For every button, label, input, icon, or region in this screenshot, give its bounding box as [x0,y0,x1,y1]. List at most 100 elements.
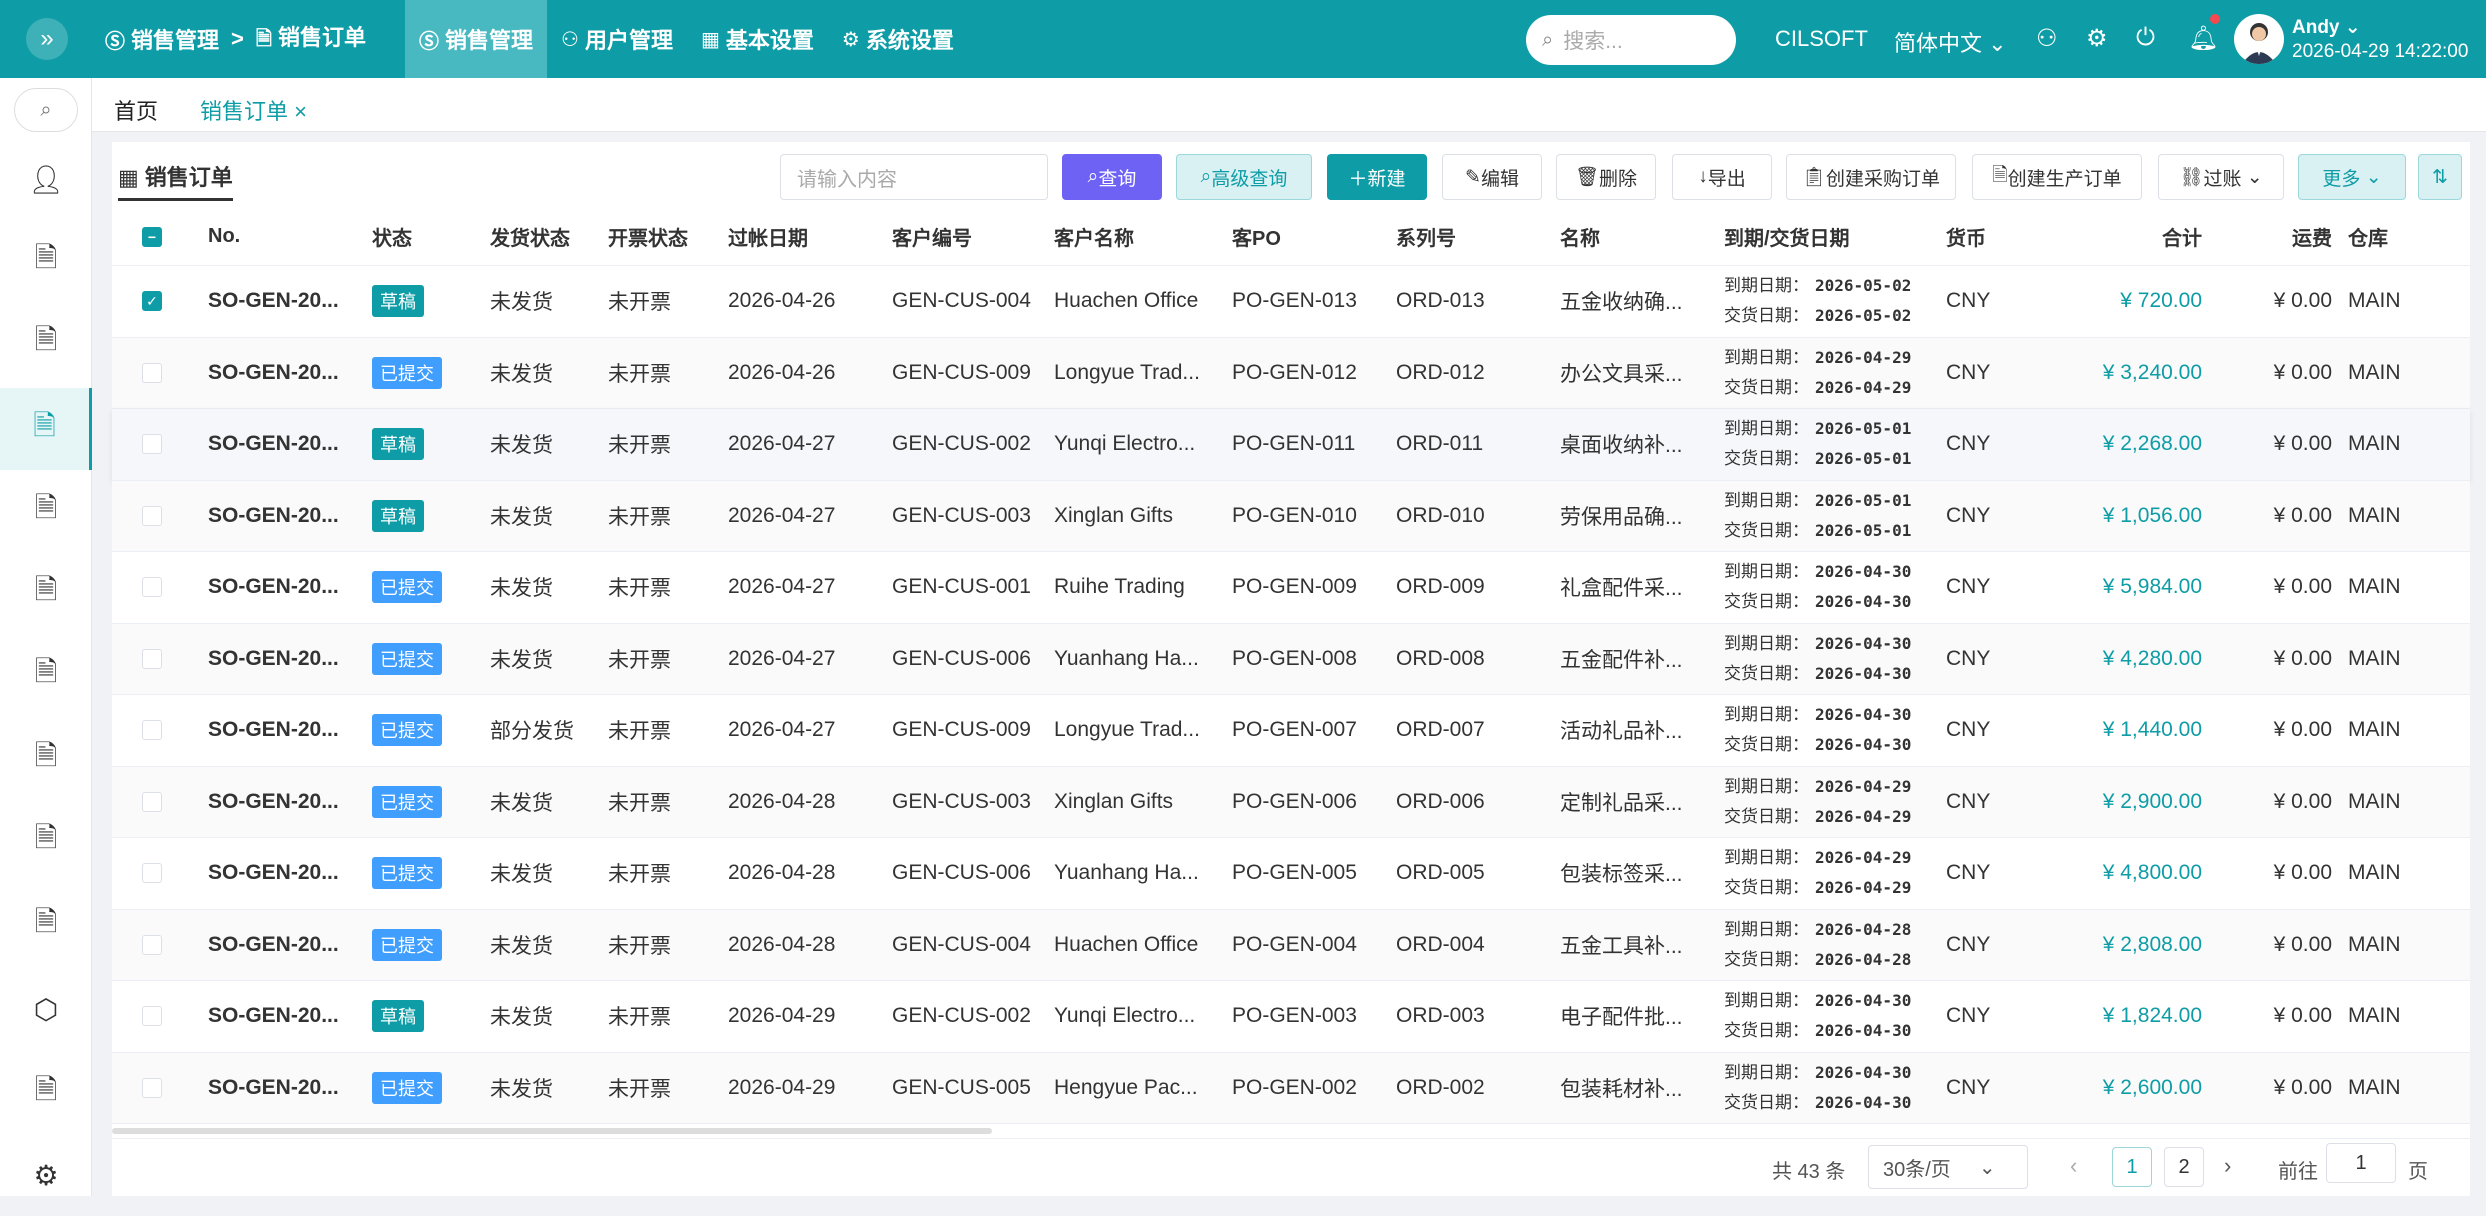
goto-page-input[interactable]: 1 [2326,1143,2396,1183]
col-invoice-status[interactable]: 开票状态 [608,208,688,265]
page-1-button[interactable]: 1 [2112,1147,2152,1187]
page-size-select[interactable]: 30条/页 ⌄ [1868,1145,2028,1189]
new-button[interactable]: ＋新建 [1327,154,1427,200]
advanced-query-button[interactable]: ⌕ 高级查询 [1176,154,1312,200]
order-no[interactable]: SO-GEN-20... [208,266,339,337]
page-2-button[interactable]: 2 [2164,1147,2204,1187]
breadcrumb-item-sales-order[interactable]: 🗎 销售订单 [256,20,366,58]
language-select[interactable]: 简体中文 ⌄ [1894,26,2007,58]
col-status[interactable]: 状态 [372,208,412,265]
bell-icon[interactable]: 🔔︎ [2188,24,2218,53]
nav-user-mgmt[interactable]: ⚇ 用户管理 [547,0,687,78]
more-dropdown-button[interactable]: 更多 ⌄ [2298,154,2406,200]
prev-page-icon[interactable]: ‹ [2070,1153,2077,1179]
row-checkbox[interactable] [142,981,162,1052]
table-row[interactable]: SO-GEN-20... 已提交 未发货 未开票 2026-04-27 GEN-CUS-0… [112,623,2470,695]
delete-button[interactable]: 🗑︎ 删除 [1556,154,1656,200]
close-icon[interactable]: × [294,99,307,124]
horizontal-scrollbar[interactable] [112,1128,992,1134]
table-row[interactable]: ✓ SO-GEN-20... 草稿 未发货 未开票 2026-04-26 GEN-CUS-0… [112,266,2470,338]
col-freight[interactable]: 运费 [2262,208,2332,265]
select-all-checkbox[interactable]: − [142,208,162,265]
table-row[interactable]: SO-GEN-20... 已提交 未发货 未开票 2026-04-27 GEN-CUS-0… [112,552,2470,624]
row-checkbox[interactable] [142,481,162,552]
breadcrumb-item-sales-mgmt[interactable]: Ⓢ 销售管理 [105,23,219,55]
export-button[interactable]: ↓ 导出 [1672,154,1772,200]
nav-system-settings[interactable]: ⚙ 系统设置 [828,0,968,78]
col-series[interactable]: 系列号 [1396,208,1456,265]
order-no[interactable]: SO-GEN-20... [208,1053,339,1124]
nav-sales-mgmt[interactable]: Ⓢ 销售管理 [405,0,548,78]
sidebar-item-settings[interactable]: ⚙ [0,1134,92,1216]
row-checkbox[interactable] [142,624,162,695]
sidebar-item-user[interactable]: 👤︎ [0,138,92,220]
avatar[interactable] [2234,14,2284,64]
create-purchase-order-button[interactable]: 📋︎ 创建采购订单 [1786,154,1956,200]
gear-icon[interactable]: ⚙ [2086,24,2108,53]
create-production-order-button[interactable]: 🗎 创建生产订单 [1972,154,2142,200]
user-icon[interactable]: ⚇ [2036,24,2058,53]
table-row[interactable]: SO-GEN-20... 已提交 未发货 未开票 2026-04-29 GEN-CUS-0… [112,1052,2470,1124]
sort-toggle-button[interactable]: ⇅ [2418,154,2462,200]
user-info[interactable]: Andy ⌄ 2026-04-29 14:22:00 [2292,16,2468,64]
sidebar-item-sales-order[interactable]: 🗎 [0,388,92,470]
col-name[interactable]: 名称 [1560,208,1600,265]
sidebar-item-doc-9[interactable]: 🗎 [0,884,92,966]
order-no[interactable]: SO-GEN-20... [208,552,339,623]
order-no[interactable]: SO-GEN-20... [208,981,339,1052]
row-checkbox[interactable] [142,338,162,409]
col-warehouse[interactable]: 仓库 [2348,208,2388,265]
sidebar-item-doc-8[interactable]: 🗎 [0,800,92,882]
order-no[interactable]: SO-GEN-20... [208,338,339,409]
global-search-input[interactable]: ⌕ 搜索... [1526,15,1736,65]
table-row[interactable]: SO-GEN-20... 已提交 未发货 未开票 2026-04-28 GEN-CUS-0… [112,838,2470,910]
query-button[interactable]: ⌕ 查询 [1062,154,1162,200]
tab-sales-order[interactable]: 销售订单 × [200,94,307,126]
keyword-input[interactable]: 请输入内容 [780,154,1048,200]
order-no[interactable]: SO-GEN-20... [208,409,339,480]
table-row[interactable]: SO-GEN-20... 已提交 部分发货 未开票 2026-04-27 GEN-CUS-… [112,695,2470,767]
nav-basic-settings[interactable]: ▦ 基本设置 [687,0,828,78]
power-icon[interactable]: ⏻ [2136,24,2155,52]
tab-home[interactable]: 首页 [114,94,158,126]
edit-button[interactable]: ✎ 编辑 [1442,154,1542,200]
order-no[interactable]: SO-GEN-20... [208,624,339,695]
col-customer-name[interactable]: 客户名称 [1054,208,1134,265]
sidebar-item-doc-7[interactable]: 🗎 [0,718,92,800]
col-ship-status[interactable]: 发货状态 [490,208,570,265]
col-due-delivery[interactable]: 到期/交货日期 [1724,208,1850,265]
row-checkbox[interactable] [142,910,162,981]
order-no[interactable]: SO-GEN-20... [208,838,339,909]
row-checkbox[interactable]: ✓ [142,266,162,337]
col-customer-po[interactable]: 客PO [1232,208,1281,265]
col-post-date[interactable]: 过帐日期 [728,208,808,265]
table-row[interactable]: SO-GEN-20... 已提交 未发货 未开票 2026-04-28 GEN-CUS-0… [112,909,2470,981]
sidebar-item-doc-4[interactable]: 🗎 [0,470,92,552]
row-checkbox[interactable] [142,838,162,909]
col-currency[interactable]: 货币 [1946,208,1986,265]
row-checkbox[interactable] [142,1053,162,1124]
order-no[interactable]: SO-GEN-20... [208,767,339,838]
order-no[interactable]: SO-GEN-20... [208,481,339,552]
sidebar-item-doc-6[interactable]: 🗎 [0,634,92,716]
sidebar-item-doc-10[interactable]: 🗎 [0,1052,92,1134]
table-row[interactable]: SO-GEN-20... 已提交 未发货 未开票 2026-04-26 GEN-CUS-0… [112,337,2470,409]
col-no[interactable]: No. [208,208,240,265]
menu-toggle-button[interactable]: » [26,18,68,60]
table-row[interactable]: SO-GEN-20... 草稿 未发货 未开票 2026-04-27 GEN-CUS-00… [112,409,2470,481]
row-checkbox[interactable] [142,409,162,480]
row-checkbox[interactable] [142,695,162,766]
order-no[interactable]: SO-GEN-20... [208,695,339,766]
col-customer-no[interactable]: 客户编号 [892,208,972,265]
row-checkbox[interactable] [142,767,162,838]
sidebar-search-button[interactable]: ⌕ [14,88,78,132]
next-page-icon[interactable]: › [2224,1153,2231,1179]
row-checkbox[interactable] [142,552,162,623]
sidebar-item-doc-1[interactable]: 🗎 [0,220,92,302]
sidebar-item-doc-2[interactable]: 🗎 [0,302,92,384]
order-no[interactable]: SO-GEN-20... [208,910,339,981]
col-total[interactable]: 合计 [2092,208,2202,265]
table-row[interactable]: SO-GEN-20... 草稿 未发货 未开票 2026-04-27 GEN-CUS-00… [112,480,2470,552]
company-name[interactable]: CILSOFT [1775,26,1868,52]
sidebar-item-doc-5[interactable]: 🗎 [0,552,92,634]
